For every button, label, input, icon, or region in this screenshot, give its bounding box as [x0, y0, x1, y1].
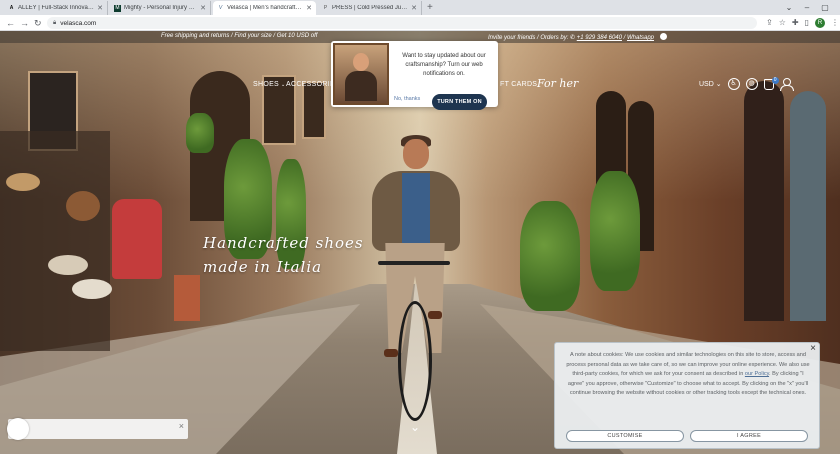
prompt-accept-button[interactable]: TURN THEM ON [432, 94, 487, 110]
accessibility-icon[interactable]: ♿︎ [727, 78, 740, 90]
url-text: velasca.com [60, 19, 97, 27]
back-icon[interactable]: ← [6, 16, 15, 30]
press-favicon-icon: P [323, 5, 328, 11]
hero-decor [402, 173, 430, 243]
nav-gift-cards-label: FT CARDS [500, 81, 538, 88]
reload-icon[interactable]: ↻ [34, 16, 42, 30]
hero-headline-line2: made in Italia [203, 258, 323, 276]
hero-headline-line1: Handcrafted shoes [203, 234, 364, 252]
hero-decor [186, 113, 214, 153]
maximize-icon[interactable]: ▢ [816, 0, 834, 15]
close-tab-icon[interactable]: ✕ [200, 4, 206, 12]
hero-decor [66, 191, 100, 221]
browser-tab-mighty[interactable]: M Mighty - Personal Injury Lien Mo ✕ [110, 1, 211, 15]
share-icon[interactable]: ⇪ [766, 17, 773, 29]
page-viewport: Free shipping and returns / Find your si… [0, 31, 840, 454]
shopping-bag-icon[interactable]: 0 [763, 76, 779, 90]
phone-icon: ✆ [570, 35, 577, 41]
chat-launcher-button[interactable] [7, 418, 29, 440]
bookmark-star-icon[interactable]: ☆ [779, 17, 786, 29]
sidebar-icon[interactable]: ▯ [805, 17, 809, 29]
prompt-thumbnail-image [333, 43, 389, 105]
promo-left-text[interactable]: Free shipping and returns / Find your si… [161, 33, 317, 39]
nav-shoes-label: SHOES [253, 81, 280, 88]
hero-decor [174, 275, 200, 321]
browser-tab-strip: A ALLEY | Full-Stack Innovation Ap ✕ M M… [0, 0, 840, 15]
tab-title: PRESS | Cold Pressed Juice Clea [332, 5, 409, 11]
hero-decor [520, 201, 580, 311]
new-tab-icon[interactable]: + [427, 1, 433, 14]
currency-selector[interactable]: USD ⌄ [699, 80, 722, 88]
hero-decor [428, 311, 442, 319]
nav-shoes[interactable]: SHOES ⌄ [253, 81, 286, 88]
hero-decor [72, 279, 112, 299]
nav-gift-cards[interactable]: FT CARDS [500, 81, 537, 88]
window-controls: ⌄ – ▢ [780, 0, 834, 15]
cookie-banner: × A note about cookies: We use cookies a… [554, 342, 820, 449]
hero-headline: Handcrafted shoes made in Italia [203, 231, 364, 279]
menu-kebab-icon[interactable]: ⋮ [831, 17, 839, 29]
whatsapp-icon[interactable] [659, 33, 667, 40]
hero-decor [0, 131, 110, 351]
globe-icon[interactable]: ◍ [745, 78, 758, 90]
cookie-customise-button[interactable]: CUSTOMISE [566, 430, 684, 442]
chevron-down-icon: ⌄ [281, 82, 286, 88]
browser-tab-press[interactable]: P PRESS | Cold Pressed Juice Clea ✕ [318, 1, 422, 15]
hero-decor [378, 261, 450, 265]
header-icons: USD ⌄ ♿︎ ◍ 0 [699, 76, 794, 91]
promo-right: Invite your friends / Orders by: ✆ +1 92… [488, 33, 667, 41]
close-icon[interactable]: × [179, 421, 184, 431]
alley-favicon-icon: A [9, 5, 14, 11]
minimize-icon[interactable]: – [798, 0, 816, 15]
cookie-text: A note about cookies: We use cookies and… [565, 351, 811, 399]
close-tab-icon[interactable]: ✕ [306, 4, 312, 12]
hero-decor [353, 53, 369, 71]
cookie-agree-button[interactable]: I AGREE [690, 430, 808, 442]
cart-count-badge: 0 [771, 76, 779, 84]
nav-for-her[interactable]: For her [537, 77, 578, 90]
browser-toolbar: ← → ↻ 🔒︎ velasca.com ⇪ ☆ ✚ ▯ R ⋮ [0, 15, 840, 31]
lock-icon: 🔒︎ [53, 19, 57, 26]
hero-decor [744, 81, 784, 321]
profile-avatar[interactable]: R [814, 18, 825, 28]
hero-decor [6, 173, 40, 191]
chevron-down-icon[interactable]: ⌄ [780, 0, 798, 15]
close-tab-icon[interactable]: ✕ [411, 4, 417, 12]
hero-decor [403, 139, 429, 169]
whatsapp-link[interactable]: Whatsapp [627, 35, 654, 41]
notification-prompt: Want to stay updated about our craftsman… [331, 41, 498, 110]
forward-icon[interactable]: → [20, 16, 29, 30]
hero-decor [790, 91, 826, 321]
cookie-policy-link[interactable]: our Policy [745, 371, 769, 377]
toolbar-actions: ⇪ ☆ ✚ ▯ R ⋮ [766, 17, 839, 29]
close-icon[interactable]: × [810, 343, 816, 354]
currency-label: USD [699, 81, 714, 88]
mighty-favicon-icon: M [114, 4, 121, 12]
tab-title: Mighty - Personal Injury Lien Mo [124, 5, 197, 11]
promo-right-prefix[interactable]: Invite your friends / Orders by: [488, 35, 568, 41]
hero-decor [112, 199, 162, 279]
account-icon[interactable] [779, 78, 794, 91]
hero-decor [590, 171, 640, 291]
hero-decor [384, 349, 398, 357]
hero-decor [345, 71, 377, 101]
address-bar[interactable]: 🔒︎ velasca.com [47, 17, 757, 29]
browser-tab-velasca[interactable]: V Velasca | Men's handcrafted shoe ✕ [213, 1, 316, 15]
velasca-favicon-icon: V [218, 5, 223, 11]
tab-title: ALLEY | Full-Stack Innovation Ap [18, 5, 95, 11]
browser-tab-alley[interactable]: A ALLEY | Full-Stack Innovation Ap ✕ [4, 1, 108, 15]
hero-decor [302, 81, 326, 139]
prompt-message: Want to stay updated about our craftsman… [402, 53, 486, 77]
extensions-puzzle-icon[interactable]: ✚ [792, 17, 799, 29]
close-tab-icon[interactable]: ✕ [97, 4, 103, 12]
prompt-decline-button[interactable]: No, thanks [394, 96, 420, 102]
chat-widget-bar[interactable]: × [8, 419, 188, 439]
phone-link[interactable]: +1 929 384 6040 [577, 35, 622, 41]
scroll-down-chevron-icon[interactable]: ⌄ [410, 420, 420, 434]
hero-decor [398, 301, 432, 421]
chevron-down-icon: ⌄ [715, 81, 722, 88]
hero-decor [48, 255, 88, 275]
tab-title: Velasca | Men's handcrafted shoe [227, 5, 303, 11]
